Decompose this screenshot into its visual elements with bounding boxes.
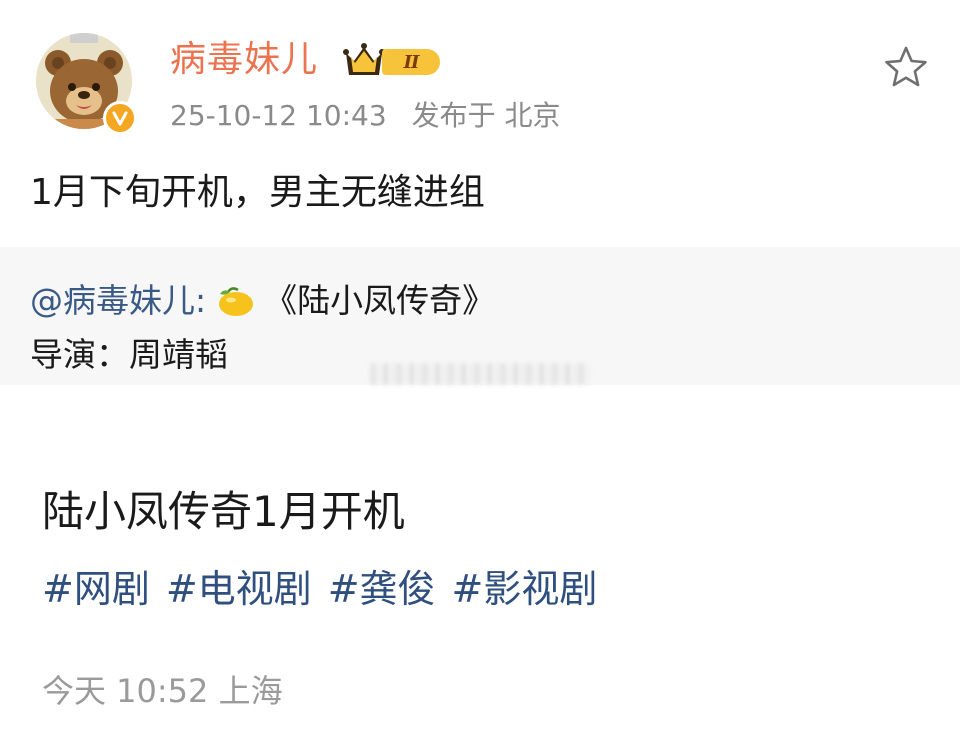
post-time: 25-10-12 10:43: [170, 99, 387, 132]
post-meta: 25-10-12 10:43 发布于 北京: [170, 96, 561, 136]
user-level-badge[interactable]: II: [342, 41, 446, 81]
verified-badge: [103, 101, 137, 135]
hashtag-list: #网剧 #电视剧 #龚俊 #影视剧: [42, 565, 597, 613]
crown-icon: [343, 43, 385, 75]
lemon-icon: [219, 287, 254, 316]
quoted-mention-link[interactable]: @病毒妹儿: [30, 279, 195, 323]
hashtag-link[interactable]: #电视剧: [166, 565, 312, 613]
level-text: II: [403, 51, 420, 73]
post-text: 1月下旬开机，男主无缝进组: [30, 172, 485, 213]
quoted-colon: :: [195, 281, 207, 320]
verified-v-icon: [112, 111, 128, 126]
quoted-post-line1: @病毒妹儿 : 《陆小凤传奇》: [30, 279, 495, 323]
quoted-title: 《陆小凤传奇》: [264, 281, 496, 320]
hashtag-link[interactable]: #网剧: [42, 565, 150, 613]
blurred-text-strip: [370, 363, 590, 385]
level-label-box: II: [382, 49, 440, 75]
article-title: 陆小凤传奇1月开机: [42, 487, 405, 536]
quoted-post[interactable]: @病毒妹儿 : 《陆小凤传奇》 导演：周靖韬: [0, 247, 960, 385]
star-outline-icon[interactable]: [882, 43, 930, 91]
article-footer-meta: 今天 10:52 上海: [42, 672, 283, 710]
author-name[interactable]: 病毒妹儿: [170, 38, 318, 82]
hashtag-link[interactable]: #龚俊: [328, 565, 436, 613]
quoted-post-line2: 导演：周靖韬: [30, 335, 228, 374]
post-location: 发布于 北京: [411, 99, 561, 132]
hashtag-link[interactable]: #影视剧: [452, 565, 598, 613]
